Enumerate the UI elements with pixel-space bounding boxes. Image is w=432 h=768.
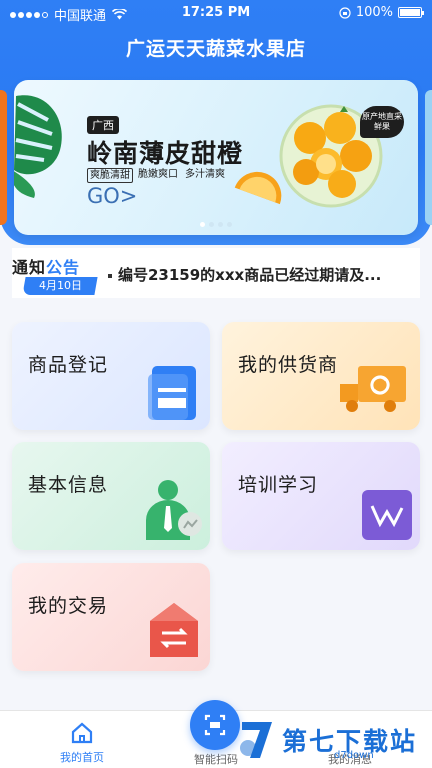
- notice-label: 通知公告: [12, 254, 80, 278]
- card-training[interactable]: 培训学习: [222, 442, 420, 550]
- video-learning-icon: [362, 490, 412, 540]
- home-icon: [71, 722, 93, 744]
- battery-percent: 100%: [355, 5, 393, 20]
- exchange-house-icon: [150, 603, 198, 657]
- page-title: 广运天天蔬菜水果店: [125, 38, 306, 60]
- card-label: 我的交易: [28, 595, 109, 617]
- notice-date-badge: 4月10日: [22, 277, 98, 295]
- tab-home-label: 我的首页: [60, 751, 104, 764]
- user-profile-icon: [146, 480, 202, 540]
- region-tag: 广西: [87, 116, 119, 134]
- notice-bar[interactable]: 通知公告 4月10日 编号23159的xxx商品已经过期请及...: [12, 248, 420, 298]
- feature-2: 脆嫩爽口: [138, 169, 178, 180]
- d7-logo-icon: [240, 722, 272, 758]
- home-screen: 中国联通 17:25 PM 100% 广运天天蔬菜水果店 广西 岭南薄皮甜橙 爽…: [0, 0, 432, 768]
- notice-label-part2: 公告: [46, 258, 81, 277]
- card-label: 基本信息: [28, 474, 109, 496]
- battery-icon: [398, 7, 424, 18]
- delivery-truck-icon: [340, 366, 406, 412]
- feature-1: 爽脆清甜: [87, 168, 133, 183]
- watermark: 第七下载站 d7down: [238, 712, 432, 768]
- tab-home[interactable]: 我的首页: [52, 721, 112, 765]
- card-my-transactions[interactable]: 我的交易: [12, 563, 210, 671]
- banner-headline: 岭南薄皮甜橙: [87, 139, 244, 168]
- card-my-suppliers[interactable]: 我的供货商: [222, 322, 420, 430]
- rotation-lock-icon: [339, 6, 351, 19]
- origin-badge: 原产地直采鲜果: [360, 106, 404, 138]
- watermark-sub: d7down: [334, 750, 374, 761]
- scan-button[interactable]: [190, 700, 240, 750]
- next-banner-peek[interactable]: [425, 90, 432, 225]
- feature-3: 多汁清爽: [185, 169, 225, 180]
- card-basic-info[interactable]: 基本信息: [12, 442, 210, 550]
- card-product-registration[interactable]: 商品登记: [12, 322, 210, 430]
- document-icon: [148, 366, 196, 420]
- prev-banner-peek[interactable]: [0, 90, 7, 225]
- banner-features: 爽脆清甜 脆嫩爽口 多汁清爽: [87, 168, 227, 183]
- notice-text[interactable]: 编号23159的xxx商品已经过期请及...: [108, 264, 381, 285]
- banner-pagination: [14, 222, 418, 227]
- card-label: 我的供货商: [238, 354, 339, 376]
- notice-label-part1: 通知: [12, 258, 47, 277]
- card-label: 商品登记: [28, 354, 109, 376]
- status-bar: 中国联通 17:25 PM 100%: [0, 2, 432, 24]
- notice-date: 4月10日: [38, 279, 82, 292]
- banner-go-link[interactable]: GO>: [87, 184, 137, 208]
- monstera-leaf-icon: [14, 95, 62, 198]
- card-label: 培训学习: [238, 474, 319, 496]
- promo-banner[interactable]: 广西 岭南薄皮甜橙 爽脆清甜 脆嫩爽口 多汁清爽 GO> 原产地直采鲜果: [14, 80, 418, 235]
- scan-icon: [204, 714, 226, 736]
- tab-scan-label: 智能扫码: [194, 753, 238, 766]
